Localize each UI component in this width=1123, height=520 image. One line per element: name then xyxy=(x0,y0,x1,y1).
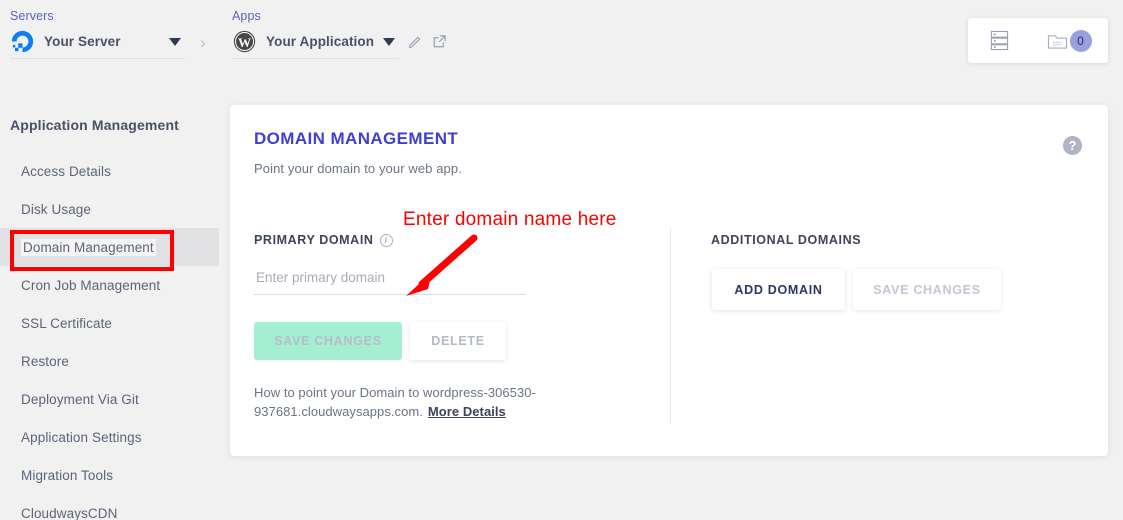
folder-icon xyxy=(1047,34,1067,49)
folder-count-badge: 0 xyxy=(1069,29,1092,52)
info-circle-icon[interactable]: i xyxy=(379,233,393,247)
caret-down-icon[interactable] xyxy=(383,37,395,46)
additional-domains-label: ADDITIONAL DOMAINS xyxy=(711,233,862,247)
question-mark-help-icon[interactable]: ? xyxy=(1063,136,1082,155)
sidebar-item-label: Migration Tools xyxy=(21,467,114,483)
servers-label: Servers xyxy=(10,9,54,23)
page-title: DOMAIN MANAGEMENT xyxy=(254,129,459,148)
application-name: Your Application xyxy=(266,34,375,49)
wordpress-logo-icon: W xyxy=(233,30,256,53)
application-selector[interactable]: W Your Application xyxy=(232,27,399,59)
pencil-edit-icon[interactable] xyxy=(408,34,423,49)
column-divider xyxy=(670,228,671,425)
apps-label: Apps xyxy=(232,9,261,23)
server-name: Your Server xyxy=(44,34,121,49)
app-action-icons xyxy=(408,34,447,49)
sidebar-item-label: Disk Usage xyxy=(21,201,92,217)
save-changes-button[interactable]: SAVE CHANGES xyxy=(254,322,402,360)
primary-domain-label-text: PRIMARY DOMAIN xyxy=(254,233,374,247)
domain-management-card: DOMAIN MANAGEMENT Point your domain to y… xyxy=(230,105,1108,456)
sidebar-item-disk-usage[interactable]: Disk Usage xyxy=(0,190,219,228)
delete-button[interactable]: DELETE xyxy=(410,322,506,360)
howto-text-block: How to point your Domain to wordpress-30… xyxy=(254,383,654,421)
cloudways-logo-icon xyxy=(11,30,34,53)
chevron-right-icon: › xyxy=(200,33,206,52)
sidebar-item-domain-management[interactable]: Domain Management xyxy=(0,228,219,271)
topbar-tools-card: 0 xyxy=(968,18,1108,63)
sidebar-nav-list: Access Details Disk Usage Domain Managemen… xyxy=(0,152,219,520)
breadcrumb-apps: Apps W Your Application xyxy=(232,8,399,59)
sidebar-item-label: Restore xyxy=(21,353,69,369)
top-bar: Servers Your Server › Apps W Your Applic… xyxy=(0,0,1123,80)
add-domain-button[interactable]: ADD DOMAIN xyxy=(712,269,845,310)
caret-down-icon[interactable] xyxy=(169,37,181,46)
sidebar-item-deployment-via-git[interactable]: Deployment Via Git xyxy=(0,380,219,418)
sidebar: Application Management Access Details Dis… xyxy=(0,80,219,520)
page-subtitle: Point your domain to your web app. xyxy=(254,161,462,176)
breadcrumb-servers: Servers Your Server xyxy=(10,8,185,59)
sidebar-item-restore[interactable]: Restore xyxy=(0,342,219,380)
sidebar-item-cron-job-management[interactable]: Cron Job Management xyxy=(0,266,219,304)
annotation-text: Enter domain name here xyxy=(403,209,617,230)
sidebar-item-application-settings[interactable]: Application Settings xyxy=(0,418,219,456)
sidebar-item-label: CloudwaysCDN xyxy=(21,505,118,520)
sidebar-item-label: SSL Certificate xyxy=(21,315,113,331)
sidebar-item-access-details[interactable]: Access Details xyxy=(0,152,219,190)
svg-text:W: W xyxy=(238,35,251,50)
external-link-icon[interactable] xyxy=(432,34,447,49)
sidebar-item-label: Domain Management xyxy=(21,238,156,256)
server-selector[interactable]: Your Server xyxy=(10,27,185,59)
sidebar-item-label: Application Settings xyxy=(21,429,142,445)
primary-domain-input[interactable] xyxy=(254,265,526,295)
servers-list-button[interactable] xyxy=(968,30,1030,51)
primary-domain-label: PRIMARY DOMAIN i xyxy=(254,233,393,247)
folder-button[interactable]: 0 xyxy=(1030,29,1108,52)
sidebar-item-cloudwayscdn[interactable]: CloudwaysCDN xyxy=(0,494,219,520)
sidebar-item-label: Deployment Via Git xyxy=(21,391,139,407)
more-details-link[interactable]: More Details xyxy=(428,404,506,419)
server-stack-icon xyxy=(990,30,1008,51)
sidebar-item-label: Cron Job Management xyxy=(21,277,161,293)
sidebar-item-ssl-certificate[interactable]: SSL Certificate xyxy=(0,304,219,342)
save-changes-additional-button[interactable]: SAVE CHANGES xyxy=(853,269,1001,310)
sidebar-item-migration-tools[interactable]: Migration Tools xyxy=(0,456,219,494)
sidebar-title: Application Management xyxy=(10,117,179,133)
sidebar-item-label: Access Details xyxy=(21,163,111,179)
